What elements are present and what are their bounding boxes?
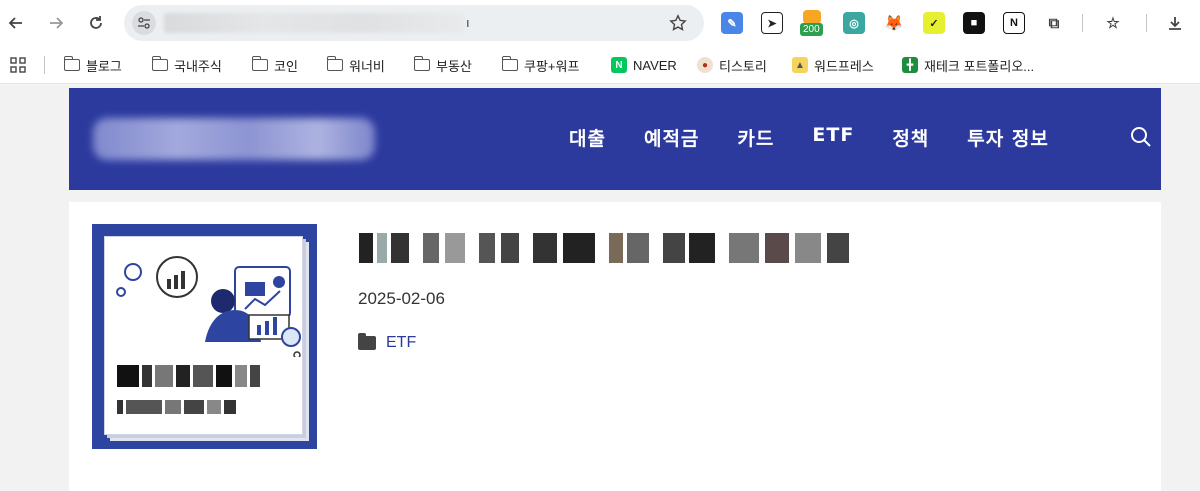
bookmarks-list-icon[interactable]: ☆ — [1102, 12, 1124, 34]
bookmark-item[interactable]: 부동산 — [413, 55, 472, 75]
bookmark-item[interactable]: N NAVER — [611, 55, 677, 75]
post-card: 2025-02-06 ETF — [69, 202, 1161, 491]
folder-icon — [151, 56, 168, 71]
post-date: 2025-02-06 — [358, 289, 445, 308]
analytics-illustration-icon — [116, 256, 301, 359]
site-header: 대출 예적금 카드 ETF 정책 투자 정보 — [69, 88, 1161, 190]
bookmark-item[interactable]: ● 티스토리 — [697, 55, 767, 75]
site-logo-redacted[interactable] — [93, 118, 375, 160]
bookmark-star-icon[interactable] — [666, 11, 690, 35]
bookmark-label: 코인 — [274, 58, 298, 74]
bookmark-item[interactable]: 국내주식 — [151, 55, 222, 75]
extensions-puzzle-icon[interactable]: ⧉ — [1043, 12, 1065, 34]
folder-icon — [251, 56, 268, 71]
bookmark-label: 부동산 — [436, 58, 472, 74]
back-icon[interactable] — [4, 11, 28, 35]
folder-icon — [501, 56, 518, 71]
url-text: ı — [466, 15, 470, 30]
bookmark-label: 워드프레스 — [814, 58, 874, 74]
url-text-redacted — [164, 13, 464, 33]
bookmark-label: NAVER — [633, 57, 677, 73]
extension-badge: 200 — [800, 23, 823, 36]
bookmark-label: 국내주식 — [174, 58, 222, 74]
wordpress-icon: ▲ — [792, 57, 808, 73]
thumbnail-text-redacted — [117, 399, 267, 414]
nav-item-card[interactable]: 카드 — [737, 124, 774, 151]
tistory-icon: ● — [697, 57, 713, 73]
download-icon[interactable] — [1164, 12, 1186, 34]
post-thumbnail[interactable] — [92, 224, 317, 449]
folder-icon — [326, 56, 343, 71]
nav-item-etf[interactable]: ETF — [812, 124, 854, 151]
bookmark-item[interactable]: ╋ 재테크 포트폴리오... — [902, 55, 1034, 75]
bookmarks-bar: 블로그 국내주식 코인 워너비 부동산 쿠팡+워프 N NAVER ● 티스토리 ▲… — [0, 46, 1200, 84]
bookmark-label: 블로그 — [86, 58, 122, 74]
bookmark-item[interactable]: 블로그 — [63, 55, 122, 75]
docs-extension-icon[interactable]: ✎ — [721, 12, 743, 34]
bookmark-label: 재테크 포트폴리오... — [924, 58, 1035, 74]
bookmark-label: 워너비 — [349, 58, 385, 74]
bookmark-label: 티스토리 — [719, 58, 767, 74]
bookmark-item[interactable]: 워너비 — [326, 55, 385, 75]
apps-grid-icon[interactable] — [10, 55, 26, 75]
nav-item-policy[interactable]: 정책 — [892, 124, 929, 151]
telegram-extension-icon[interactable]: ➤ — [761, 12, 783, 34]
bookmark-item[interactable]: 쿠팡+워프 — [501, 55, 580, 75]
toolbar-divider — [1146, 14, 1147, 32]
sheets-icon: ╋ — [902, 57, 918, 73]
main-nav: 대출 예적금 카드 ETF 정책 투자 정보 — [569, 124, 1087, 151]
post-title-redacted[interactable] — [359, 230, 1129, 266]
metamask-extension-icon[interactable]: 🦊 — [883, 12, 905, 34]
address-bar[interactable]: ı — [124, 5, 704, 41]
post-category: ETF — [358, 333, 416, 352]
nav-item-invest-info[interactable]: 투자 정보 — [967, 124, 1049, 151]
folder-icon — [358, 333, 376, 350]
nav-item-savings[interactable]: 예적금 — [644, 124, 699, 151]
search-icon[interactable] — [1129, 125, 1153, 149]
notion-extension-icon[interactable]: N — [1003, 12, 1025, 34]
fingerprint-extension-icon[interactable]: ◎ — [843, 12, 865, 34]
extension-with-badge-icon[interactable] — [803, 10, 821, 24]
bookmark-item[interactable]: ▲ 워드프레스 — [792, 55, 874, 75]
folder-icon — [413, 56, 430, 71]
thumbnail-illustration — [104, 236, 303, 435]
category-link[interactable]: ETF — [386, 334, 416, 352]
site-settings-icon[interactable] — [132, 11, 156, 35]
browser-toolbar: ı ✎ ➤ 200 ◎ 🦊 ✓ ■ N ⧉ ☆ — [0, 0, 1200, 46]
bookmark-item[interactable]: 코인 — [251, 55, 298, 75]
thumbnail-text-redacted — [117, 365, 297, 387]
green-extension-icon[interactable]: ✓ — [923, 12, 945, 34]
reload-icon[interactable] — [84, 11, 108, 35]
bookmark-label: 쿠팡+워프 — [524, 58, 580, 74]
naver-icon: N — [611, 57, 627, 73]
folder-icon — [63, 56, 80, 71]
bookmarks-divider — [44, 56, 45, 74]
nav-item-loan[interactable]: 대출 — [569, 124, 606, 151]
toolbar-divider — [1082, 14, 1083, 32]
forward-icon[interactable] — [44, 11, 68, 35]
dark-extension-icon[interactable]: ■ — [963, 12, 985, 34]
web-page: 대출 예적금 카드 ETF 정책 투자 정보 2025-02-06 ETF — [0, 85, 1200, 491]
